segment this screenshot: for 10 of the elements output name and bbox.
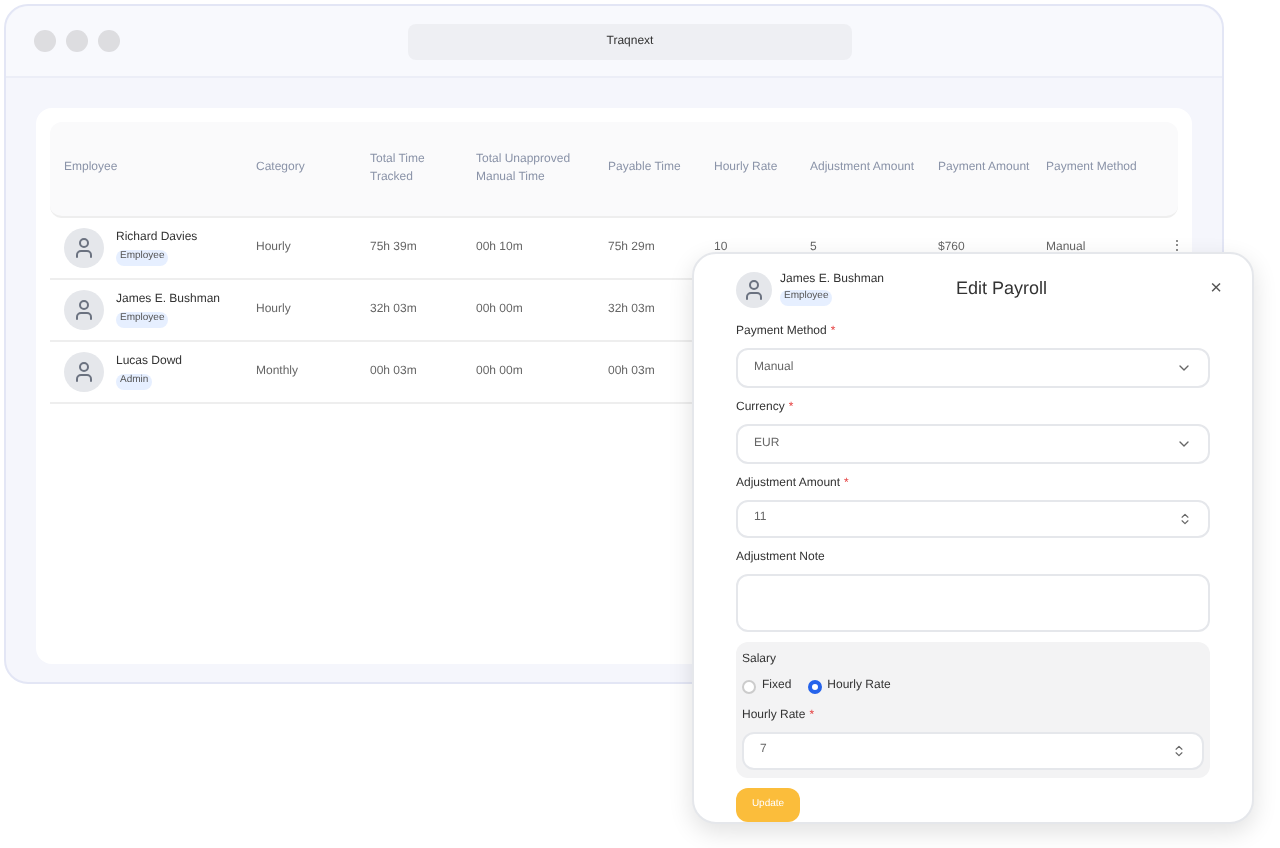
avatar: [64, 290, 104, 330]
stepper-icon: [1178, 512, 1192, 527]
close-button[interactable]: ×: [1210, 274, 1222, 305]
stepper-icon: [1172, 744, 1186, 759]
radio-button[interactable]: [807, 680, 822, 695]
dialog-title: Edit Payroll: [956, 275, 1048, 302]
avatar: [64, 228, 104, 268]
note-field[interactable]: [736, 574, 1210, 633]
avatar: [64, 352, 104, 392]
avatar: [736, 271, 772, 308]
